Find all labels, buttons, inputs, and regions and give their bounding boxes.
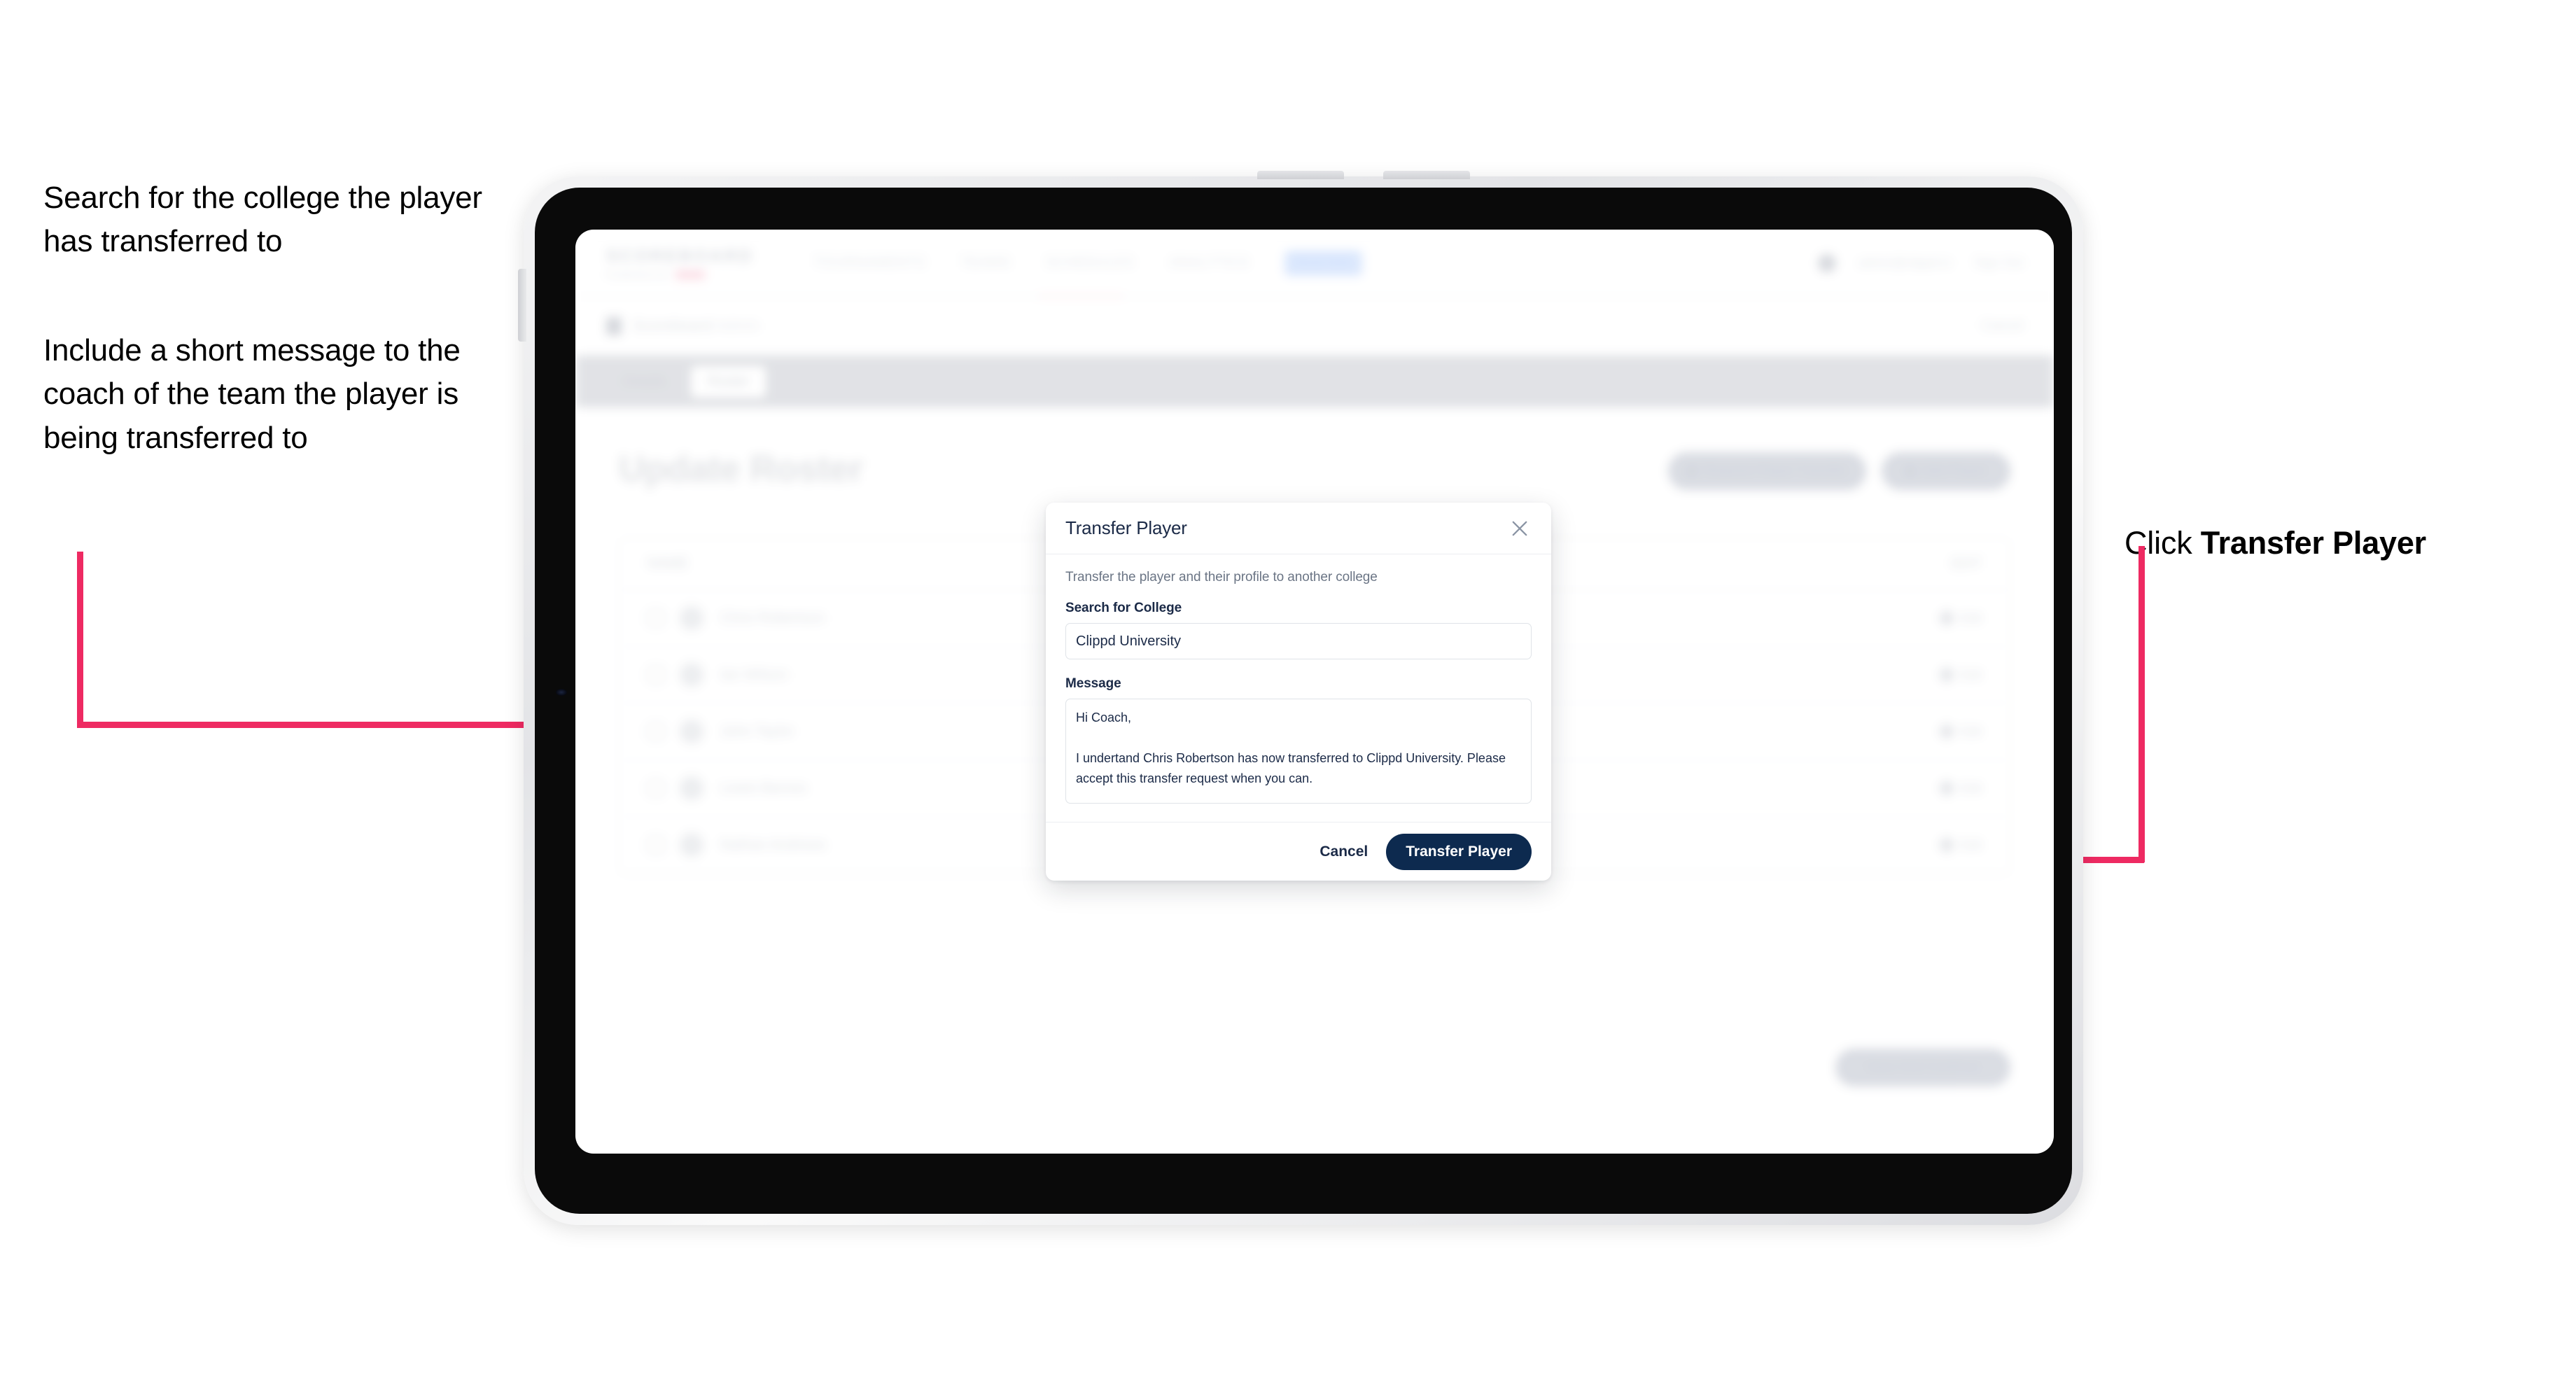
modal-header: Transfer Player <box>1046 503 1551 554</box>
transfer-player-button[interactable]: Transfer Player <box>1386 833 1532 870</box>
subheader-title-sub: Admin <box>715 317 760 334</box>
brand-tagline: POWERED BY <box>606 270 671 280</box>
row-checkbox[interactable] <box>648 836 664 853</box>
app-tab-bar: Details Roster <box>575 356 2054 407</box>
edit-label: Edit <box>1959 780 1982 795</box>
volume-up-button[interactable] <box>1257 171 1344 179</box>
player-avatar <box>680 663 704 687</box>
annotation-left-include-message: Include a short message to the coach of … <box>43 333 461 455</box>
app-top-navbar: SCOREBOARD POWERED BY TOURNAMENTS TEAMS … <box>575 230 2054 297</box>
player-name: Lewis Barnes <box>720 780 807 796</box>
row-checkbox[interactable] <box>648 666 664 683</box>
row-edit-action[interactable]: Edit <box>1938 609 1982 627</box>
transfer-player-modal: Transfer Player Transfer the player and … <box>1046 503 1551 881</box>
subheader-title-main: Scoreboard <box>633 317 713 334</box>
modal-description: Transfer the player and their profile to… <box>1065 570 1378 584</box>
player-avatar <box>680 720 704 743</box>
avatar[interactable] <box>1817 253 1836 272</box>
nav-link-teams[interactable]: TEAMS <box>960 255 1010 271</box>
front-camera-icon <box>556 689 567 696</box>
subheader-cancel-link[interactable]: Cancel <box>1982 318 2023 334</box>
sign-out-link[interactable]: Sign Out <box>1974 255 2023 270</box>
modal-title: Transfer Player <box>1065 517 1187 538</box>
brand-logo-mark-icon <box>676 270 706 279</box>
app-nav-links: TOURNAMENTS TEAMS SCHEDULES ANALYTICS RO… <box>814 250 1362 276</box>
request-player-transfer-button[interactable]: Request Player Transfer <box>1668 452 1866 490</box>
close-icon[interactable] <box>1508 517 1532 540</box>
modal-footer: Cancel Transfer Player <box>1046 822 1551 881</box>
team-logo-icon <box>606 316 622 335</box>
subheader-title: Scoreboard Admin <box>633 318 760 335</box>
add-player-label: Add Player <box>1921 463 1987 478</box>
app-subheader: Scoreboard Admin Cancel <box>575 297 2054 356</box>
tab-roster[interactable]: Roster <box>691 365 766 398</box>
player-avatar <box>680 833 704 857</box>
annotation-right-click-transfer: Click Transfer Player <box>2124 476 2544 566</box>
screenshot-canvas: Search for the college the player has tr… <box>0 0 2576 1386</box>
request-player-transfer-label: Request Player Transfer <box>1703 463 1847 478</box>
brand-tagline-row: POWERED BY <box>606 270 754 280</box>
annotation-arrow-right-vertical <box>2138 546 2145 862</box>
pencil-icon <box>1938 779 1956 797</box>
player-name: John Taylor <box>720 723 794 739</box>
annotation-right-bold: Transfer Player <box>2200 524 2426 561</box>
plus-icon <box>1905 467 1914 475</box>
edit-label: Edit <box>1959 667 1982 682</box>
transfer-icon <box>1688 467 1697 475</box>
power-button[interactable] <box>518 269 526 342</box>
message-textarea[interactable] <box>1065 699 1532 804</box>
player-name: Ian Wilson <box>720 666 788 682</box>
save-and-continue-button[interactable]: Save And Continue <box>1835 1049 2010 1086</box>
player-name: Chris Robertson <box>720 610 825 626</box>
row-edit-action[interactable]: Edit <box>1938 722 1982 741</box>
player-avatar <box>680 606 704 630</box>
column-header-edit: EDIT <box>1951 556 1982 571</box>
volume-down-button[interactable] <box>1383 171 1470 179</box>
pencil-icon <box>1938 836 1956 854</box>
row-edit-action[interactable]: Edit <box>1938 836 1982 854</box>
edit-label: Edit <box>1959 837 1982 852</box>
page-header-actions: Request Player Transfer Add Player <box>1668 452 2010 490</box>
row-checkbox[interactable] <box>648 723 664 740</box>
pencil-icon <box>1938 722 1956 741</box>
row-edit-action[interactable]: Edit <box>1938 779 1982 797</box>
player-avatar <box>680 776 704 800</box>
pencil-icon <box>1938 666 1956 684</box>
nav-link-tournaments[interactable]: TOURNAMENTS <box>814 255 926 271</box>
annotation-right-prefix: Click <box>2124 524 2201 561</box>
row-checkbox[interactable] <box>648 780 664 797</box>
tab-details[interactable]: Details <box>606 366 682 398</box>
app-brand[interactable]: SCOREBOARD POWERED BY <box>606 246 754 280</box>
search-college-input[interactable] <box>1065 623 1532 659</box>
column-header-name: NAME <box>648 556 688 571</box>
nav-link-schedules[interactable]: SCHEDULES <box>1046 255 1135 271</box>
player-name: Nathan Andrews <box>720 836 826 853</box>
cancel-button[interactable]: Cancel <box>1320 844 1368 860</box>
edit-label: Edit <box>1959 610 1982 625</box>
save-and-continue-label: Save And Continue <box>1865 1060 1980 1074</box>
row-checkbox[interactable] <box>648 610 664 626</box>
message-field-label: Message <box>1065 676 1121 691</box>
save-button-wrapper: Save And Continue <box>1835 1049 2010 1086</box>
edit-label: Edit <box>1959 724 1982 738</box>
row-edit-action[interactable]: Edit <box>1938 666 1982 684</box>
college-field-label: Search for College <box>1065 601 1182 615</box>
account-email: admin@clippd.io <box>1858 255 1952 270</box>
app-nav-right: admin@clippd.io Sign Out <box>1817 253 2023 272</box>
nav-link-analytics[interactable]: ANALYTICS <box>1169 255 1249 271</box>
nav-link-roster-active[interactable]: ROSTER <box>1284 250 1362 276</box>
add-player-button[interactable]: Add Player <box>1882 452 2010 490</box>
brand-name: SCOREBOARD <box>606 246 754 266</box>
annotation-arrow-left-vertical <box>77 552 83 728</box>
modal-body: Transfer the player and their profile to… <box>1046 554 1551 822</box>
annotation-left-search-college: Search for the college the player has tr… <box>43 181 482 259</box>
pencil-icon <box>1938 609 1956 627</box>
